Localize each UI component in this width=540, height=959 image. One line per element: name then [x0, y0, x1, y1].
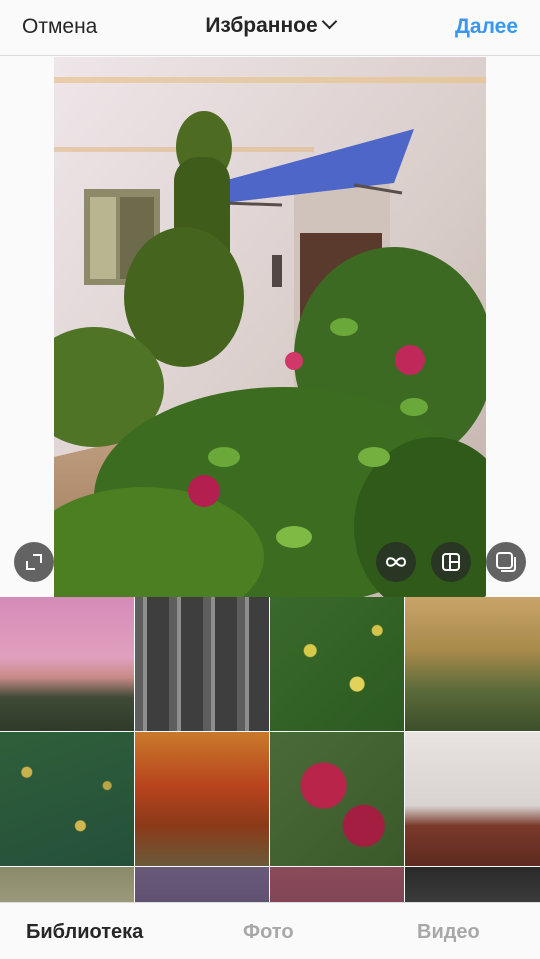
gallery-grid: [0, 597, 540, 902]
layout-icon: [442, 553, 460, 571]
preview-image: [54, 57, 486, 597]
railing-glass-photo[interactable]: [135, 597, 269, 731]
autumn-forest-photo[interactable]: [405, 597, 540, 731]
tree-photo[interactable]: [135, 867, 269, 902]
multi-select-button[interactable]: [486, 542, 526, 582]
tab-library[interactable]: Библиотека: [26, 921, 143, 944]
photo-preview[interactable]: [0, 57, 540, 597]
portrait-photo[interactable]: [405, 867, 540, 902]
boomerang-icon: [385, 557, 407, 567]
boomerang-button[interactable]: [376, 542, 416, 582]
album-title: Избранное: [205, 14, 318, 37]
expand-icon: [26, 554, 42, 570]
red-tree-photo[interactable]: [135, 732, 269, 866]
multi-select-icon: [496, 552, 516, 572]
sunset-sky-photo[interactable]: [0, 597, 134, 731]
yellow-leaves-photo[interactable]: [270, 597, 404, 731]
layout-button[interactable]: [431, 542, 471, 582]
fallen-leaves-photo[interactable]: [0, 732, 134, 866]
porch-bench-photo[interactable]: [405, 732, 540, 866]
next-button[interactable]: Далее: [455, 15, 518, 39]
top-bar: Отмена Избранное Далее: [0, 0, 540, 56]
bottom-tab-bar: Библиотека Фото Видео: [0, 902, 540, 959]
postcard-photo[interactable]: [0, 867, 134, 902]
expand-button[interactable]: [14, 542, 54, 582]
tab-video[interactable]: Видео: [417, 921, 480, 944]
red-vine-photo[interactable]: [270, 732, 404, 866]
tab-photo[interactable]: Фото: [243, 921, 294, 944]
chevron-down-icon: [321, 13, 337, 30]
berries-photo[interactable]: [270, 867, 404, 902]
